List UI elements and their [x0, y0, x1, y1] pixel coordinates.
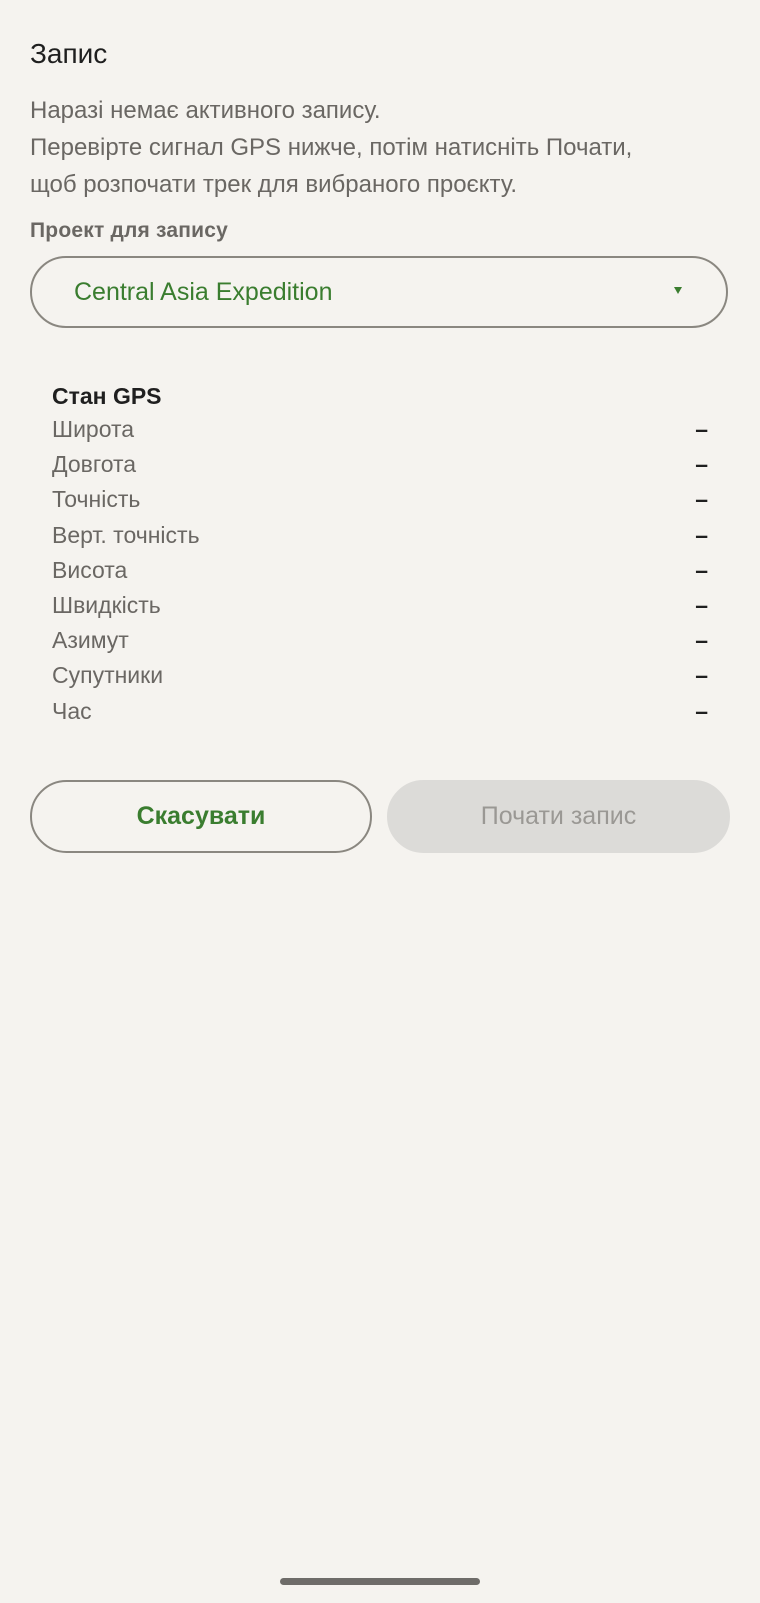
- gps-row-value: –: [695, 591, 708, 618]
- gps-status-panel: Стан GPS Широта – Довгота – Точність – В…: [52, 380, 708, 729]
- gps-row-satellites: Супутники –: [52, 658, 708, 693]
- gps-row-value: –: [695, 627, 708, 654]
- gps-row-altitude: Висота –: [52, 553, 708, 588]
- gps-row-speed: Швидкість –: [52, 588, 708, 623]
- gps-row-label: Азимут: [52, 627, 129, 654]
- gps-row-label: Швидкість: [52, 591, 161, 618]
- description-line: Перевірте сигнал GPS нижче, потім натисн…: [30, 134, 633, 161]
- gps-row-time: Час –: [52, 694, 708, 729]
- description-line: Наразі немає активного запису.: [30, 97, 381, 124]
- cancel-button[interactable]: Скасувати: [30, 780, 372, 853]
- gps-row-value: –: [695, 697, 708, 724]
- description-line: щоб розпочати трек для вибраного проєкту…: [30, 171, 518, 198]
- home-indicator[interactable]: [280, 1578, 480, 1585]
- gps-row-longitude: Довгота –: [52, 447, 708, 482]
- gps-row-label: Довгота: [52, 451, 137, 478]
- project-dropdown[interactable]: Central Asia Expedition: [30, 256, 728, 328]
- gps-row-vertical-accuracy: Верт. точність –: [52, 518, 708, 553]
- gps-row-label: Широта: [52, 416, 135, 442]
- recording-screen: Запис Наразі немає активного запису. Пер…: [0, 0, 760, 1603]
- gps-row-value: –: [695, 451, 708, 478]
- gps-row-value: –: [695, 486, 708, 513]
- gps-row-accuracy: Точність –: [52, 482, 708, 517]
- project-dropdown-value: Central Asia Expedition: [74, 278, 333, 306]
- gps-row-value: –: [695, 556, 708, 583]
- status-description: Наразі немає активного запису. Перевірте…: [30, 92, 730, 203]
- gps-row-value: –: [695, 662, 708, 689]
- gps-row-bearing: Азимут –: [52, 623, 708, 658]
- gps-row-value: –: [695, 521, 708, 548]
- page-title: Запис: [30, 38, 108, 69]
- gps-row-value: –: [695, 416, 708, 442]
- dropdown-triangle-icon: [674, 287, 682, 294]
- gps-row-label: Точність: [52, 486, 141, 513]
- project-select-label: Проект для запису: [30, 219, 229, 242]
- gps-status-title: Стан GPS: [52, 383, 162, 409]
- gps-row-label: Час: [52, 697, 92, 724]
- gps-row-label: Висота: [52, 556, 128, 583]
- gps-row-label: Супутники: [52, 662, 164, 689]
- gps-row-latitude: Широта –: [52, 412, 708, 447]
- start-recording-button[interactable]: Почати запис: [387, 780, 730, 853]
- gps-row-label: Верт. точність: [52, 521, 200, 548]
